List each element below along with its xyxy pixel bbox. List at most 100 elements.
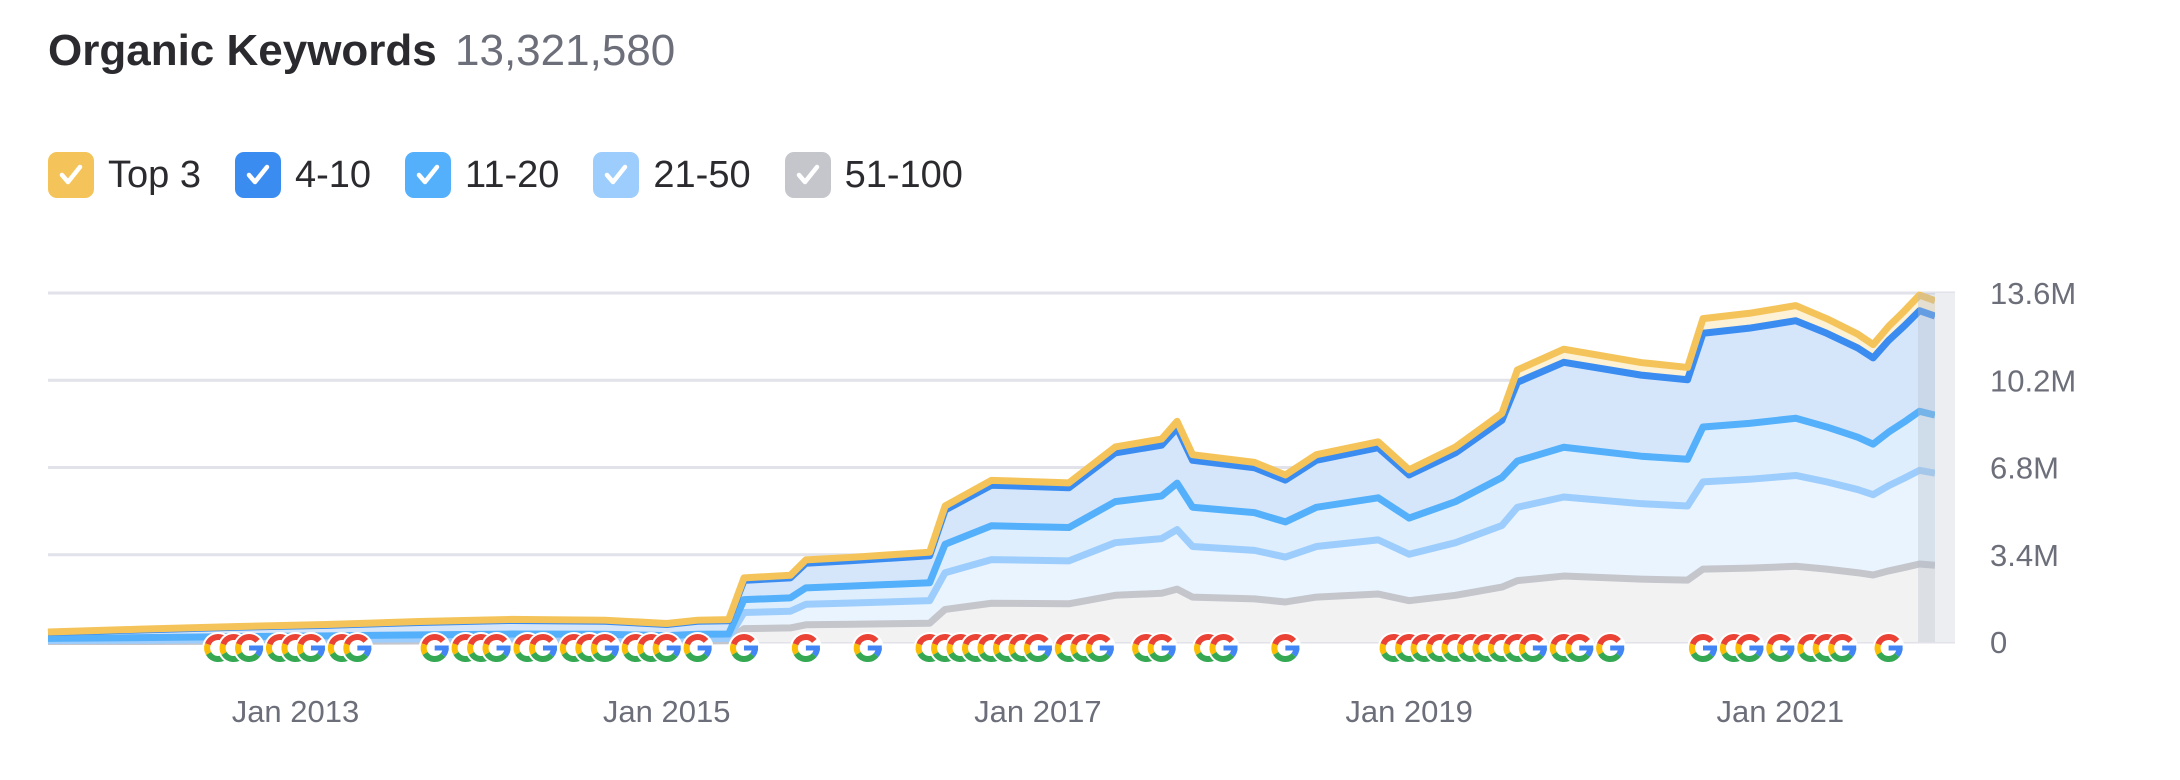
x-tick-label: Jan 2021 — [1717, 694, 1845, 729]
hover-band — [1918, 293, 1935, 642]
g-arc — [590, 643, 599, 655]
stacked-area-chart: 0 3.4M 6.8M 10.2M 13.6M Jan 2013 Jan 2015 Jan 2… — [47, 276, 2076, 729]
g-arc — [327, 643, 336, 655]
x-tick-label: Jan 2019 — [1345, 694, 1473, 729]
g-arc — [1518, 643, 1527, 655]
g-bar — [1037, 645, 1052, 651]
g-arc — [1054, 643, 1063, 655]
y-tick-label: 3.4M — [1990, 538, 2059, 573]
google-g-icon[interactable] — [1207, 632, 1240, 664]
g-bar — [1780, 645, 1795, 651]
y-tick-label: 10.2M — [1990, 363, 2076, 398]
google-g-icon[interactable] — [588, 632, 621, 664]
g-bar — [1223, 645, 1238, 651]
google-g-icon[interactable] — [681, 632, 714, 664]
g-arc — [1735, 643, 1743, 655]
x-tick-label: Jan 2015 — [603, 694, 731, 729]
g-arc — [1132, 643, 1140, 655]
g-arc — [1874, 643, 1882, 655]
g-arc — [637, 643, 645, 655]
g-arc — [296, 643, 305, 655]
google-g-icon[interactable] — [1269, 632, 1302, 664]
google-g-icon[interactable] — [1021, 632, 1054, 664]
google-g-icon[interactable] — [526, 632, 559, 664]
g-bar — [1749, 645, 1764, 651]
google-g-icon[interactable] — [1516, 632, 1549, 664]
g-bar — [496, 645, 511, 651]
google-g-icon[interactable] — [341, 632, 374, 664]
google-g-icon[interactable] — [418, 632, 451, 664]
g-arc — [467, 643, 475, 655]
g-arc — [977, 643, 985, 655]
g-bar — [805, 645, 820, 651]
google-g-icon[interactable] — [1872, 632, 1905, 664]
g-bar — [867, 645, 882, 651]
g-arc — [281, 643, 289, 655]
google-g-icon[interactable] — [1826, 632, 1859, 664]
g-arc — [853, 643, 861, 655]
g-arc — [420, 643, 428, 655]
google-g-icon[interactable] — [1686, 632, 1719, 664]
y-tick-label: 13.6M — [1990, 276, 2076, 311]
google-g-icon[interactable] — [1083, 632, 1116, 664]
g-bar — [1610, 645, 1625, 651]
google-g-icon[interactable] — [1733, 632, 1766, 664]
g-arc — [730, 643, 738, 655]
g-arc — [343, 643, 351, 655]
g-arc — [1766, 643, 1774, 655]
g-bar — [249, 645, 264, 651]
g-arc — [513, 643, 521, 655]
g-arc — [528, 643, 537, 655]
g-arc — [1828, 643, 1836, 655]
g-arc — [1487, 643, 1496, 655]
g-arc — [482, 643, 490, 655]
g-bar — [744, 645, 759, 651]
g-arc — [993, 643, 1001, 655]
g-arc — [451, 643, 459, 655]
g-bar — [310, 645, 325, 651]
google-g-icon[interactable] — [1764, 632, 1797, 664]
g-arc — [1410, 643, 1418, 655]
g-arc — [962, 643, 970, 655]
g-arc — [235, 643, 243, 655]
google-g-icon[interactable] — [480, 632, 513, 664]
g-arc — [1008, 643, 1016, 655]
g-arc — [1271, 643, 1279, 655]
g-arc — [1719, 643, 1728, 655]
g-arc — [1426, 643, 1434, 655]
g-arc — [931, 643, 939, 655]
g-arc — [915, 643, 923, 655]
g-arc — [1395, 643, 1403, 655]
g-arc — [1070, 643, 1078, 655]
g-arc — [791, 643, 800, 655]
google-g-icon[interactable] — [728, 632, 761, 664]
g-arc — [266, 643, 274, 655]
google-g-icon[interactable] — [789, 632, 822, 664]
g-bar — [666, 645, 681, 651]
g-arc — [219, 643, 227, 655]
g-arc — [1441, 643, 1449, 655]
g-bar — [1579, 645, 1594, 651]
g-bar — [697, 645, 712, 651]
g-arc — [683, 643, 691, 655]
google-g-icon[interactable] — [851, 632, 884, 664]
google-g-icon[interactable] — [233, 632, 266, 664]
g-bar — [1842, 645, 1857, 651]
g-bar — [604, 645, 619, 651]
g-arc — [946, 643, 954, 655]
google-g-icon[interactable] — [294, 632, 327, 664]
g-arc — [1797, 643, 1805, 655]
g-arc — [1503, 643, 1511, 655]
g-bar — [357, 645, 372, 651]
g-bar — [1099, 645, 1114, 651]
g-arc — [621, 643, 629, 655]
google-g-icon[interactable] — [650, 632, 683, 664]
g-bar — [1702, 645, 1717, 651]
google-g-icon[interactable] — [1563, 632, 1596, 664]
g-arc — [575, 643, 583, 655]
y-tick-label: 0 — [1990, 625, 2007, 660]
g-arc — [1549, 643, 1558, 655]
google-g-icon[interactable] — [1145, 632, 1178, 664]
g-arc — [559, 643, 568, 655]
google-g-icon[interactable] — [1594, 632, 1627, 664]
